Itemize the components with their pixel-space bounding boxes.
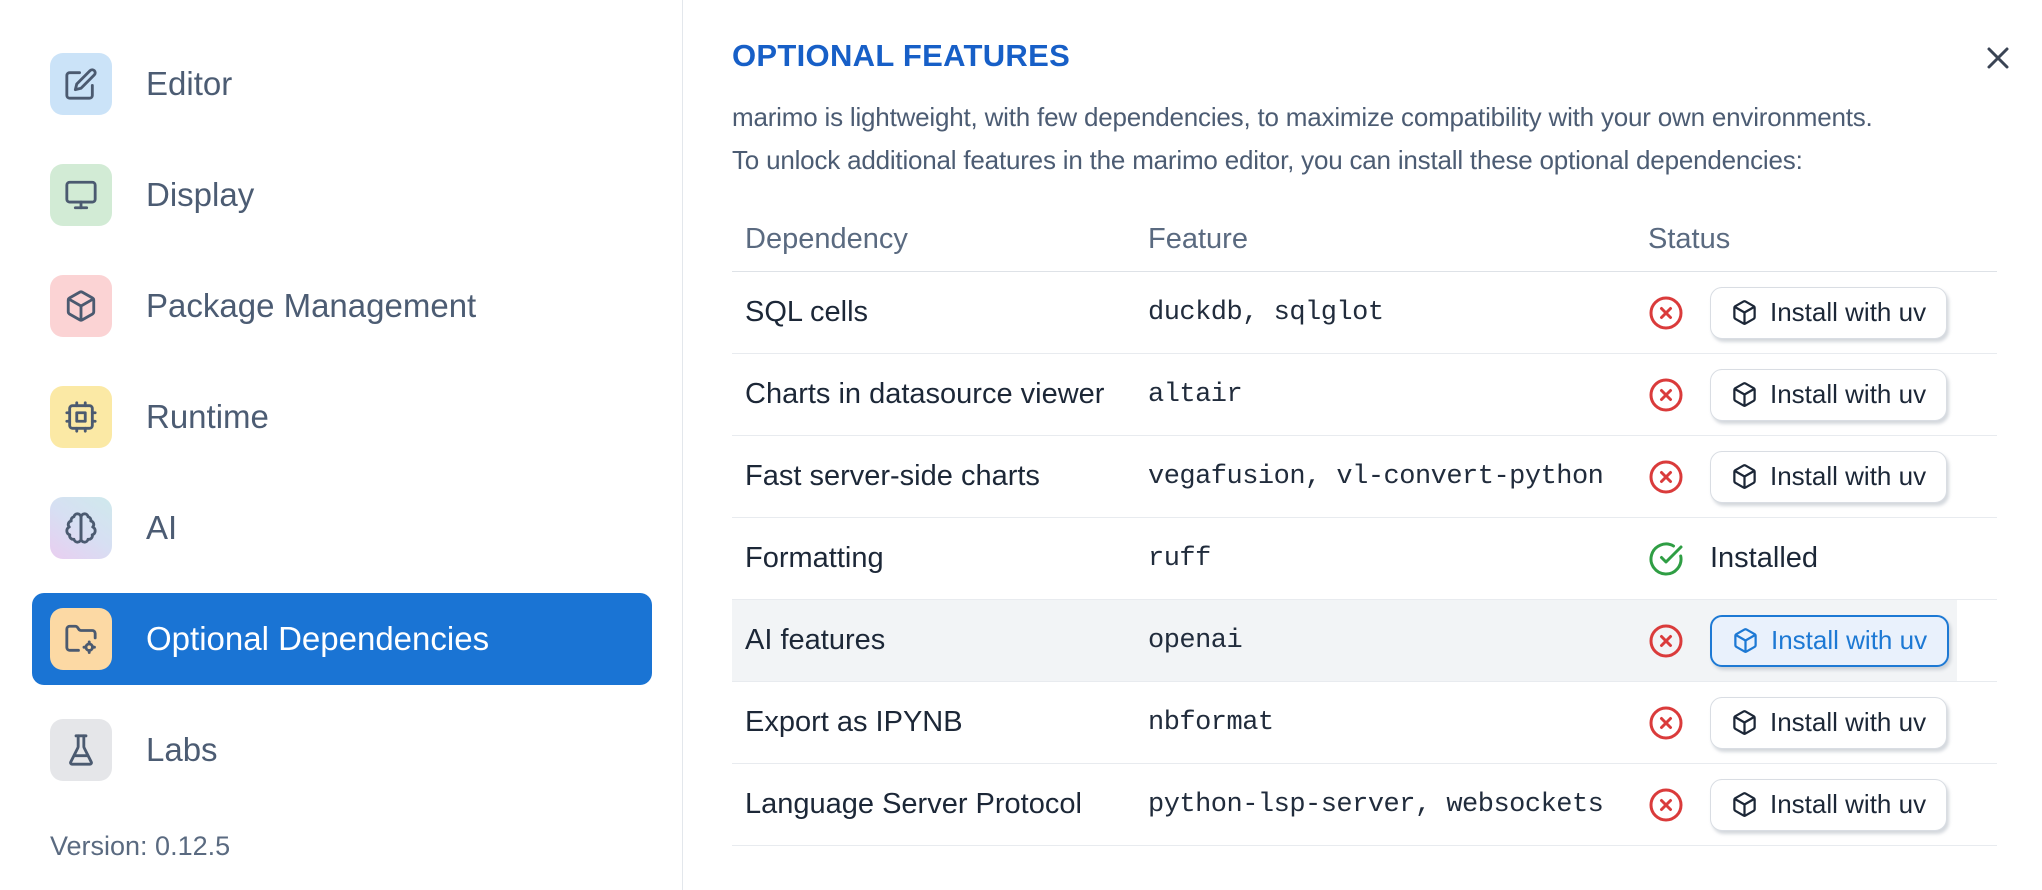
circle-x-icon [1648,623,1684,659]
column-header-status: Status [1648,223,1731,255]
feature-cell: duckdb, sqlglot [1148,297,1384,328]
install-with-uv-button[interactable]: Install with uv [1710,778,1948,831]
dependency-cell: Formatting [745,542,884,574]
brain-icon [50,497,112,559]
close-button[interactable] [1976,36,2020,80]
sidebar-item-label: Labs [146,731,218,768]
sidebar-item-label: Package Management [146,287,477,324]
circle-x-icon [1648,295,1684,331]
install-button-label: Install with uv [1770,707,1927,737]
table-row-charts-in-datasource-viewer: Charts in datasource viewer altair Install… [732,354,1997,436]
sidebar-nav: Editor Display Package Management Runtime AI… [32,38,652,796]
install-button-label: Install with uv [1770,297,1927,327]
package-icon [50,275,112,337]
status-cell: Install with uv [1648,696,1997,749]
sidebar-item-labs[interactable]: Labs [32,704,652,796]
dependency-cell: Fast server-side charts [745,460,1040,492]
circle-x-icon [1648,787,1684,823]
sidebar-item-optional-dependencies[interactable]: Optional Dependencies [32,593,652,685]
table-row-language-server-protocol: Language Server Protocol python-lsp-serve… [732,764,1997,846]
package-icon [1731,299,1758,326]
feature-cell: openai [1148,625,1243,656]
status-cell: Install with uv [1648,286,1997,339]
dependency-cell: SQL cells [745,296,869,328]
install-button-label: Install with uv [1771,625,1928,655]
sidebar-item-label: Display [146,176,255,213]
install-with-uv-button[interactable]: Install with uv [1710,696,1948,749]
sidebar-item-display[interactable]: Display [32,149,652,241]
settings-dialog: Editor Display Package Management Runtime AI… [0,0,2042,890]
status-label: Installed [1710,542,1819,574]
circle-x-icon [1648,705,1684,741]
circle-x-icon [1648,377,1684,413]
feature-cell: python-lsp-server, websockets [1148,789,1604,820]
sidebar-item-label: AI [146,509,178,546]
sidebar-item-ai[interactable]: AI [32,482,652,574]
edit-icon [50,53,112,115]
close-icon [1980,40,2016,76]
package-icon [1732,627,1759,654]
feature-cell: vegafusion, vl-convert-python [1148,461,1604,492]
status-cell: Install with uv [1648,368,1997,421]
status-cell: Install with uv [1648,450,1997,503]
sidebar-item-editor[interactable]: Editor [32,38,652,130]
table-row-sql-cells: SQL cells duckdb, sqlglot Install with uv [732,272,1997,354]
column-header-dependency: Dependency [745,223,908,255]
status-cell: Install with uv [1648,614,1997,667]
table-row-ai-features: AI features openai Install with uv [732,600,1997,682]
table-body: SQL cells duckdb, sqlglot Install with uv C… [732,272,1997,846]
install-button-label: Install with uv [1770,461,1927,491]
feature-cell: ruff [1148,543,1211,574]
folder-cog-icon [50,608,112,670]
optional-features-panel: OPTIONAL FEATURES marimo is lightweight,… [683,0,2042,890]
install-with-uv-button[interactable]: Install with uv [1710,368,1948,421]
install-with-uv-button[interactable]: Install with uv [1710,614,1950,667]
table-row-formatting: Formatting ruff Installed [732,518,1997,600]
sidebar-item-package-management[interactable]: Package Management [32,260,652,352]
feature-cell: nbformat [1148,707,1274,738]
dependency-cell: Export as IPYNB [745,706,963,738]
page-title: OPTIONAL FEATURES [732,38,1071,73]
cpu-icon [50,386,112,448]
status-cell: Installed [1648,541,1997,577]
table-row-fast-server-side-charts: Fast server-side charts vegafusion, vl-co… [732,436,1997,518]
package-icon [1731,791,1758,818]
sidebar-item-runtime[interactable]: Runtime [32,371,652,463]
install-with-uv-button[interactable]: Install with uv [1710,286,1948,339]
install-with-uv-button[interactable]: Install with uv [1710,450,1948,503]
install-button-label: Install with uv [1770,379,1927,409]
table-row-export-as-ipynb: Export as IPYNB nbformat Install with uv [732,682,1997,764]
sidebar-item-label: Editor [146,65,233,102]
dependency-cell: Charts in datasource viewer [745,378,1105,410]
package-icon [1731,463,1758,490]
version-label: Version: 0.12.5 [50,831,231,861]
circle-x-icon [1648,459,1684,495]
package-icon [1731,709,1758,736]
circle-check-icon [1648,541,1684,577]
column-header-feature: Feature [1148,223,1248,255]
dependency-cell: Language Server Protocol [745,788,1082,820]
sidebar-item-label: Optional Dependencies [146,620,490,657]
sidebar-item-label: Runtime [146,398,269,435]
monitor-icon [50,164,112,226]
package-icon [1731,381,1758,408]
description-line-1: marimo is lightweight, with few dependen… [732,102,1873,132]
table-header-row: Dependency Feature Status [732,208,1997,272]
dependency-cell: AI features [745,624,886,656]
dependencies-table: Dependency Feature Status SQL cells duckdb,… [732,208,1997,846]
flask-icon [50,719,112,781]
install-button-label: Install with uv [1770,789,1927,819]
feature-cell: altair [1148,379,1243,410]
sidebar: Editor Display Package Management Runtime AI… [0,0,683,890]
description-line-2: To unlock additional features in the mar… [732,145,1803,175]
panel-description: marimo is lightweight, with few dependen… [732,96,1997,182]
status-cell: Install with uv [1648,778,1997,831]
